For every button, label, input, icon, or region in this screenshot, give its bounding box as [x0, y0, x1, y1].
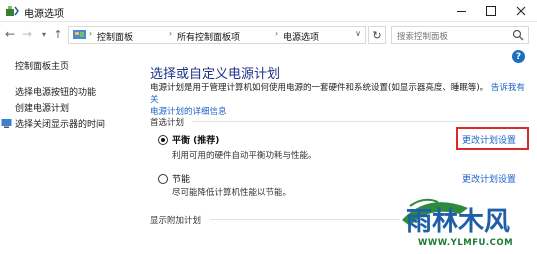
svg-text:雨林木风: 雨林木风 — [406, 207, 510, 237]
breadcrumb-separator-icon: › — [89, 29, 93, 38]
breadcrumb-control-panel[interactable]: 控制面板 — [97, 30, 133, 43]
plan-radio-power-saver[interactable] — [158, 174, 168, 184]
search-placeholder: 搜索控制面板 — [397, 32, 449, 42]
navigation-bar: ← → ▾ ↑ › 控制面板 › 所有控制面板项 › 电源选项 ∨ ↻ 搜索控制… — [0, 22, 537, 48]
breadcrumb-separator-icon: › — [275, 29, 279, 38]
section-divider — [192, 121, 529, 122]
help-icon[interactable]: ? — [512, 50, 525, 63]
title-bar: 电源选项 — [0, 0, 537, 22]
address-bar[interactable]: › 控制面板 › 所有控制面板项 › 电源选项 ∨ — [68, 26, 366, 44]
address-dropdown-icon[interactable]: ∨ — [355, 29, 361, 38]
breadcrumb-all-items[interactable]: 所有控制面板项 — [177, 30, 240, 43]
plan-name-balanced[interactable]: 平衡 (推荐) — [172, 133, 219, 146]
window-title: 电源选项 — [24, 9, 64, 20]
sidebar-item-create-plan[interactable]: 创建电源计划 — [15, 101, 69, 114]
description-text: 电源计划是用于管理计算机如何使用电源的一套硬件和系统设置(如显示器亮度、睡眠等)… — [150, 83, 489, 93]
plan-radio-balanced[interactable] — [158, 135, 168, 145]
plan-desc-power-saver: 尽可能降低计算机性能以节能。 — [172, 188, 292, 198]
preferred-plans-heading: 首选计划 — [150, 118, 185, 128]
sidebar-item-power-button[interactable]: 选择电源按钮的功能 — [15, 85, 96, 98]
display-shield-icon — [1, 119, 12, 128]
plan-desc-balanced: 利用可用的硬件自动平衡功耗与性能。 — [172, 151, 317, 161]
minimize-button[interactable] — [446, 0, 476, 22]
refresh-button[interactable]: ↻ — [368, 26, 386, 44]
section-divider — [210, 219, 400, 220]
search-icon — [512, 29, 524, 41]
refresh-icon: ↻ — [372, 28, 382, 42]
maximize-button[interactable] — [476, 0, 506, 22]
close-button[interactable] — [506, 0, 536, 22]
page-description: 电源计划是用于管理计算机如何使用电源的一套硬件和系统设置(如显示器亮度、睡眠等)… — [150, 82, 530, 118]
breadcrumb-separator-icon: › — [169, 29, 173, 38]
sidebar-item-control-panel-home[interactable]: 控制面板主页 — [15, 59, 69, 72]
search-input[interactable]: 搜索控制面板 — [391, 26, 529, 44]
highlight-box — [456, 127, 529, 150]
show-additional-plans-toggle[interactable]: 显示附加计划 — [150, 214, 201, 226]
plan-name-power-saver[interactable]: 节能 — [172, 172, 190, 185]
watermark-url: WWW.YLMFU.COM — [418, 238, 514, 248]
power-options-app-icon — [6, 6, 19, 16]
forward-arrow-icon[interactable]: → — [19, 26, 35, 42]
close-icon — [516, 6, 526, 16]
change-plan-settings-power-saver-link[interactable]: 更改计划设置 — [462, 172, 516, 185]
control-panel-icon — [73, 30, 86, 39]
breadcrumb-power-options[interactable]: 电源选项 — [283, 30, 319, 43]
up-arrow-icon[interactable]: ↑ — [50, 26, 66, 42]
page-title: 选择或自定义电源计划 — [150, 67, 281, 82]
back-arrow-icon[interactable]: ← — [2, 26, 18, 42]
sidebar-item-display-off-time[interactable]: 选择关闭显示器的时间 — [15, 117, 105, 130]
